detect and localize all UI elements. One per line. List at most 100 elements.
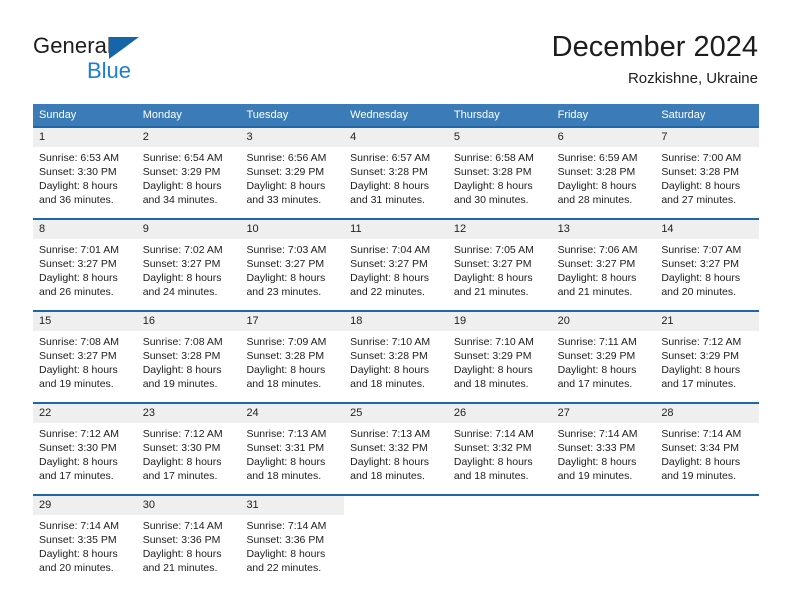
daylight-text: Daylight: 8 hours [39, 364, 118, 376]
day-number[interactable]: 9 [137, 220, 241, 239]
day-number[interactable]: 27 [552, 404, 656, 423]
day-number[interactable]: 16 [137, 312, 241, 331]
day-cell[interactable]: Sunrise: 7:01 AM Sunset: 3:27 PM Dayligh… [33, 239, 137, 310]
week-row: 8 9 10 11 12 13 14 Sunrise: 7:01 AM Suns… [33, 218, 759, 310]
week-day-number-strip: 15 16 17 18 19 20 21 [33, 312, 759, 331]
day-cell[interactable]: Sunrise: 7:14 AM Sunset: 3:35 PM Dayligh… [33, 515, 137, 586]
sunset-text: Sunset: 3:27 PM [39, 350, 117, 362]
day-number[interactable]: 22 [33, 404, 137, 423]
day-cell[interactable]: Sunrise: 7:12 AM Sunset: 3:29 PM Dayligh… [655, 331, 759, 402]
day-cell[interactable]: Sunrise: 7:10 AM Sunset: 3:29 PM Dayligh… [448, 331, 552, 402]
day-number[interactable]: 3 [240, 128, 344, 147]
daylight-text: Daylight: 8 hours [246, 272, 326, 284]
day-cell[interactable]: Sunrise: 6:59 AM Sunset: 3:28 PM Dayligh… [552, 147, 656, 218]
day-number[interactable]: 6 [552, 128, 656, 147]
sunrise-text: Sunrise: 7:07 AM [661, 244, 742, 256]
day-number[interactable]: 19 [448, 312, 552, 331]
day-cell[interactable]: Sunrise: 6:56 AM Sunset: 3:29 PM Dayligh… [240, 147, 344, 218]
day-cell[interactable]: Sunrise: 7:03 AM Sunset: 3:27 PM Dayligh… [240, 239, 344, 310]
day-number[interactable]: 17 [240, 312, 344, 331]
day-number[interactable]: 31 [240, 496, 345, 515]
day-cell[interactable]: Sunrise: 7:14 AM Sunset: 3:36 PM Dayligh… [137, 515, 241, 586]
daylight-text-cont: and 20 minutes. [39, 562, 114, 574]
week-detail-strip: Sunrise: 6:53 AM Sunset: 3:30 PM Dayligh… [33, 147, 759, 218]
day-cell[interactable]: Sunrise: 7:08 AM Sunset: 3:28 PM Dayligh… [137, 331, 241, 402]
day-number[interactable]: 5 [448, 128, 552, 147]
day-cell[interactable]: Sunrise: 7:14 AM Sunset: 3:32 PM Dayligh… [448, 423, 552, 494]
day-number[interactable]: 7 [655, 128, 759, 147]
day-cell[interactable]: Sunrise: 7:09 AM Sunset: 3:28 PM Dayligh… [240, 331, 344, 402]
sunrise-text: Sunrise: 7:06 AM [557, 244, 638, 256]
day-number-empty [655, 496, 759, 515]
day-cell[interactable]: Sunrise: 7:13 AM Sunset: 3:31 PM Dayligh… [240, 423, 344, 494]
daylight-text-cont: and 19 minutes. [557, 470, 633, 482]
day-number[interactable]: 26 [448, 404, 552, 423]
day-cell[interactable]: Sunrise: 6:54 AM Sunset: 3:29 PM Dayligh… [137, 147, 241, 218]
day-cell[interactable]: Sunrise: 7:12 AM Sunset: 3:30 PM Dayligh… [33, 423, 137, 494]
sunrise-text: Sunrise: 7:14 AM [246, 520, 327, 532]
day-cell[interactable]: Sunrise: 7:02 AM Sunset: 3:27 PM Dayligh… [137, 239, 241, 310]
day-number[interactable]: 20 [552, 312, 656, 331]
day-cell[interactable]: Sunrise: 7:04 AM Sunset: 3:27 PM Dayligh… [344, 239, 448, 310]
daylight-text: Daylight: 8 hours [661, 364, 741, 376]
day-cell[interactable]: Sunrise: 7:00 AM Sunset: 3:28 PM Dayligh… [655, 147, 759, 218]
day-number-empty [552, 496, 656, 515]
day-cell[interactable]: Sunrise: 7:14 AM Sunset: 3:33 PM Dayligh… [552, 423, 656, 494]
day-number[interactable]: 29 [33, 496, 137, 515]
day-number[interactable]: 25 [344, 404, 448, 423]
daylight-text-cont: and 26 minutes. [39, 286, 114, 298]
day-number[interactable]: 4 [344, 128, 448, 147]
day-cell[interactable]: Sunrise: 7:14 AM Sunset: 3:36 PM Dayligh… [240, 515, 344, 586]
day-number[interactable]: 15 [33, 312, 137, 331]
daylight-text: Daylight: 8 hours [246, 456, 326, 468]
day-cell[interactable]: Sunrise: 7:07 AM Sunset: 3:27 PM Dayligh… [655, 239, 759, 310]
day-cell[interactable]: Sunrise: 7:08 AM Sunset: 3:27 PM Dayligh… [33, 331, 137, 402]
day-number[interactable]: 21 [655, 312, 759, 331]
daylight-text-cont: and 30 minutes. [453, 194, 529, 206]
day-number[interactable]: 28 [655, 404, 759, 423]
daylight-text: Daylight: 8 hours [39, 180, 118, 192]
day-number[interactable]: 23 [137, 404, 241, 423]
daylight-text: Daylight: 8 hours [39, 272, 118, 284]
sunrise-text: Sunrise: 6:58 AM [453, 152, 534, 164]
day-cell[interactable]: Sunrise: 7:13 AM Sunset: 3:32 PM Dayligh… [344, 423, 448, 494]
sunrise-text: Sunrise: 7:05 AM [453, 244, 534, 256]
sunrise-text: Sunrise: 7:14 AM [557, 428, 638, 440]
day-cell[interactable]: Sunrise: 6:53 AM Sunset: 3:30 PM Dayligh… [33, 147, 137, 218]
day-cell[interactable]: Sunrise: 7:11 AM Sunset: 3:29 PM Dayligh… [552, 331, 656, 402]
daylight-text: Daylight: 8 hours [39, 456, 118, 468]
sunset-text: Sunset: 3:32 PM [453, 442, 532, 454]
day-cell[interactable]: Sunrise: 7:12 AM Sunset: 3:30 PM Dayligh… [137, 423, 241, 494]
day-number[interactable]: 13 [552, 220, 656, 239]
day-number[interactable]: 30 [136, 496, 241, 515]
day-number[interactable]: 12 [448, 220, 552, 239]
day-number[interactable]: 8 [33, 220, 137, 239]
day-number[interactable]: 18 [344, 312, 448, 331]
general-blue-logo[interactable]: General Blue [33, 33, 203, 85]
daylight-text-cont: and 27 minutes. [661, 194, 737, 206]
day-number-empty [448, 496, 552, 515]
daylight-text-cont: and 19 minutes. [142, 378, 218, 390]
sunrise-text: Sunrise: 7:08 AM [142, 336, 223, 348]
sunrise-text: Sunrise: 7:14 AM [453, 428, 534, 440]
day-number[interactable]: 14 [655, 220, 759, 239]
day-cell[interactable]: Sunrise: 7:05 AM Sunset: 3:27 PM Dayligh… [448, 239, 552, 310]
day-number[interactable]: 2 [137, 128, 241, 147]
day-number[interactable]: 10 [240, 220, 344, 239]
daylight-text-cont: and 18 minutes. [246, 378, 322, 390]
day-cell[interactable]: Sunrise: 6:57 AM Sunset: 3:28 PM Dayligh… [344, 147, 448, 218]
weekday-header-saturday: Saturday [661, 109, 706, 121]
daylight-text: Daylight: 8 hours [350, 456, 429, 468]
sunset-text: Sunset: 3:28 PM [453, 166, 532, 178]
day-cell[interactable]: Sunrise: 7:10 AM Sunset: 3:28 PM Dayligh… [344, 331, 448, 402]
day-cell[interactable]: Sunrise: 6:58 AM Sunset: 3:28 PM Dayligh… [448, 147, 552, 218]
day-number[interactable]: 1 [33, 128, 137, 147]
weekday-header-tuesday: Tuesday [246, 109, 289, 121]
day-number[interactable]: 11 [344, 220, 448, 239]
day-cell[interactable]: Sunrise: 7:06 AM Sunset: 3:27 PM Dayligh… [552, 239, 656, 310]
day-cell[interactable]: Sunrise: 7:14 AM Sunset: 3:34 PM Dayligh… [655, 423, 759, 494]
daylight-text-cont: and 22 minutes. [246, 562, 322, 574]
day-cell-empty [448, 515, 552, 586]
daylight-text: Daylight: 8 hours [453, 364, 533, 376]
day-number[interactable]: 24 [240, 404, 344, 423]
